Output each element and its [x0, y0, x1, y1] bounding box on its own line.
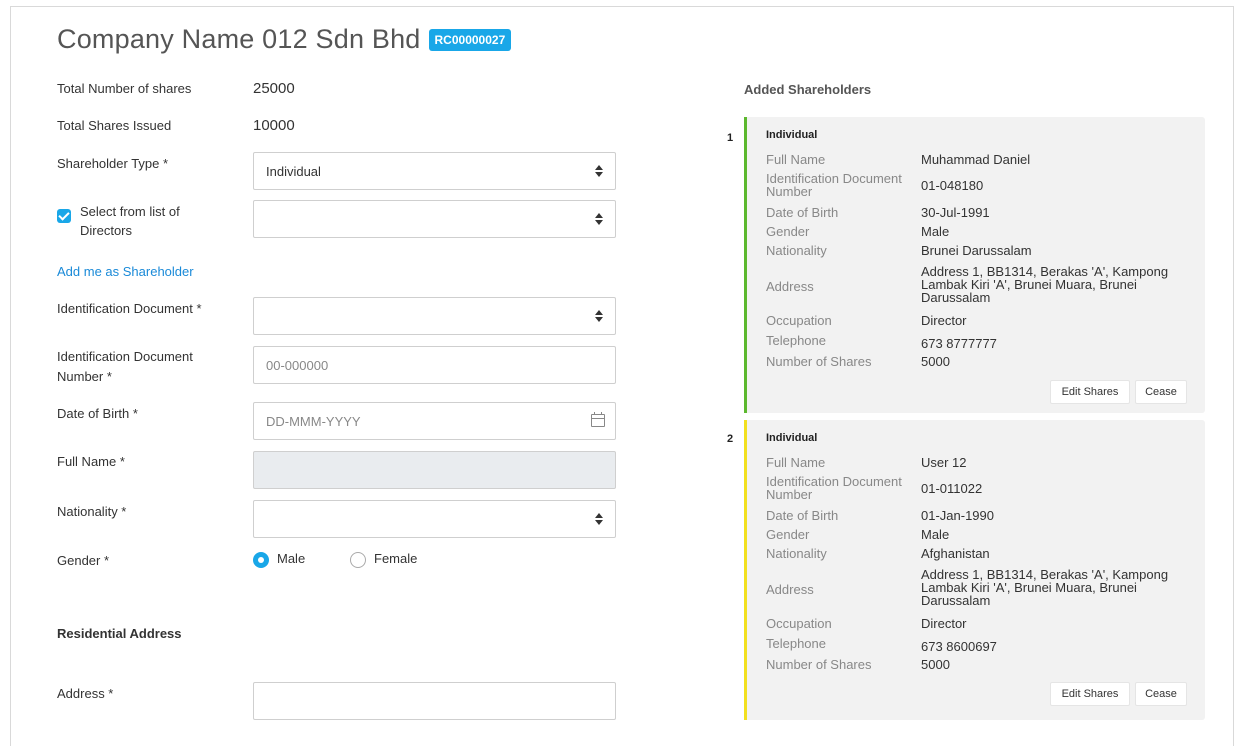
- id-number-value: 01-011022: [921, 481, 983, 496]
- sort-arrows-icon: [595, 310, 603, 324]
- page-header: Company Name 012 Sdn Bhd RC00000027: [57, 24, 512, 55]
- full-name-input: [253, 451, 616, 489]
- address-key: Address: [766, 279, 814, 294]
- cease-button[interactable]: Cease: [1135, 380, 1187, 404]
- card-status-bar: [744, 420, 747, 720]
- shares-issued-label: Total Shares Issued: [57, 118, 172, 133]
- nationality-label: Nationality *: [57, 504, 127, 519]
- address-value-line3: Darussalam: [921, 593, 991, 608]
- dob-placeholder: DD-MMM-YYYY: [266, 413, 361, 429]
- telephone-key: Telephone: [766, 636, 826, 651]
- id-document-select[interactable]: [253, 297, 616, 335]
- dob-key: Date of Birth: [766, 205, 839, 220]
- dob-input[interactable]: DD-MMM-YYYY: [253, 402, 616, 440]
- add-me-as-shareholder-link[interactable]: Add me as Shareholder: [57, 264, 194, 279]
- id-number-key-line2: Number: [766, 184, 813, 199]
- card-status-bar: [744, 117, 747, 413]
- nationality-key: Nationality: [766, 243, 827, 258]
- shareholder-type-label: Shareholder Type *: [57, 156, 169, 171]
- gender-key: Gender: [766, 527, 810, 542]
- shares-key: Number of Shares: [766, 657, 872, 672]
- dob-label: Date of Birth *: [57, 406, 138, 421]
- gender-male-label: Male: [277, 551, 306, 566]
- total-shares-value: 25000: [253, 80, 295, 97]
- id-number-label-line2: Number *: [57, 369, 112, 384]
- occupation-value: Director: [921, 313, 967, 328]
- full-name-key: Full Name: [766, 152, 826, 167]
- id-number-placeholder: 00-000000: [266, 357, 329, 373]
- dob-value: 01-Jan-1990: [921, 508, 994, 523]
- sort-arrows-icon: [595, 165, 603, 179]
- card-number: 1: [727, 132, 734, 144]
- added-shareholders-title: Added Shareholders: [744, 82, 872, 97]
- shareholder-type: Individual: [766, 432, 818, 444]
- gender-label: Gender *: [57, 553, 110, 568]
- calendar-icon[interactable]: [591, 412, 605, 427]
- id-number-label-line1: Identification Document: [57, 349, 193, 364]
- select-directors-checkbox[interactable]: [57, 209, 71, 223]
- id-number-input[interactable]: 00-000000: [253, 346, 616, 384]
- shareholder-card: Individual Full Name User 12 Identificat…: [744, 420, 1205, 720]
- id-number-value: 01-048180: [921, 178, 984, 193]
- gender-key: Gender: [766, 224, 810, 239]
- card-number: 2: [727, 433, 734, 445]
- occupation-key: Occupation: [766, 616, 832, 631]
- edit-shares-button[interactable]: Edit Shares: [1050, 682, 1130, 706]
- gender-female-label: Female: [374, 551, 418, 566]
- full-name-label: Full Name *: [57, 454, 125, 469]
- address-key: Address: [766, 582, 814, 597]
- shares-issued-value: 10000: [253, 117, 295, 134]
- edit-shares-button[interactable]: Edit Shares: [1050, 380, 1130, 404]
- registration-badge: RC00000027: [428, 28, 512, 51]
- full-name-value: Muhammad Daniel: [921, 152, 1031, 167]
- gender-value: Male: [921, 224, 950, 239]
- sort-arrows-icon: [595, 513, 603, 527]
- id-document-label: Identification Document *: [57, 301, 202, 316]
- full-name-value: User 12: [921, 455, 967, 470]
- nationality-key: Nationality: [766, 546, 827, 561]
- gender-female-radio[interactable]: [350, 552, 366, 568]
- sort-arrows-icon: [595, 213, 603, 227]
- dob-value: 30-Jul-1991: [921, 205, 990, 220]
- occupation-value: Director: [921, 616, 967, 631]
- total-shares-label: Total Number of shares: [57, 81, 192, 96]
- telephone-value: 673 8600697: [921, 639, 997, 654]
- shareholder-type: Individual: [766, 129, 818, 141]
- id-number-key-line2: Number: [766, 487, 813, 502]
- directors-select[interactable]: [253, 200, 616, 238]
- address-label: Address *: [57, 686, 114, 701]
- full-name-key: Full Name: [766, 455, 826, 470]
- cease-button[interactable]: Cease: [1135, 682, 1187, 706]
- address-value-line3: Darussalam: [921, 290, 991, 305]
- telephone-key: Telephone: [766, 333, 826, 348]
- occupation-key: Occupation: [766, 313, 832, 328]
- shareholder-type-value: Individual: [266, 163, 321, 179]
- shares-value: 5000: [921, 657, 950, 672]
- gender-value: Male: [921, 527, 950, 542]
- residential-address-heading: Residential Address: [57, 626, 182, 641]
- telephone-value: 673 8777777: [921, 336, 997, 351]
- gender-male-radio[interactable]: [253, 552, 269, 568]
- shares-value: 5000: [921, 354, 950, 369]
- shareholder-type-select[interactable]: Individual: [253, 152, 616, 190]
- nationality-select[interactable]: [253, 500, 616, 538]
- shareholder-card: Individual Full Name Muhammad Daniel Ide…: [744, 117, 1205, 413]
- company-name: Company Name 012 Sdn Bhd: [57, 24, 421, 54]
- page-container: Company Name 012 Sdn Bhd RC00000027 Tota…: [10, 6, 1234, 746]
- address-input[interactable]: [253, 682, 616, 720]
- select-directors-label-line2: Directors: [80, 223, 133, 238]
- nationality-value: Afghanistan: [921, 546, 990, 561]
- dob-key: Date of Birth: [766, 508, 839, 523]
- nationality-value: Brunei Darussalam: [921, 243, 1032, 258]
- shares-key: Number of Shares: [766, 354, 872, 369]
